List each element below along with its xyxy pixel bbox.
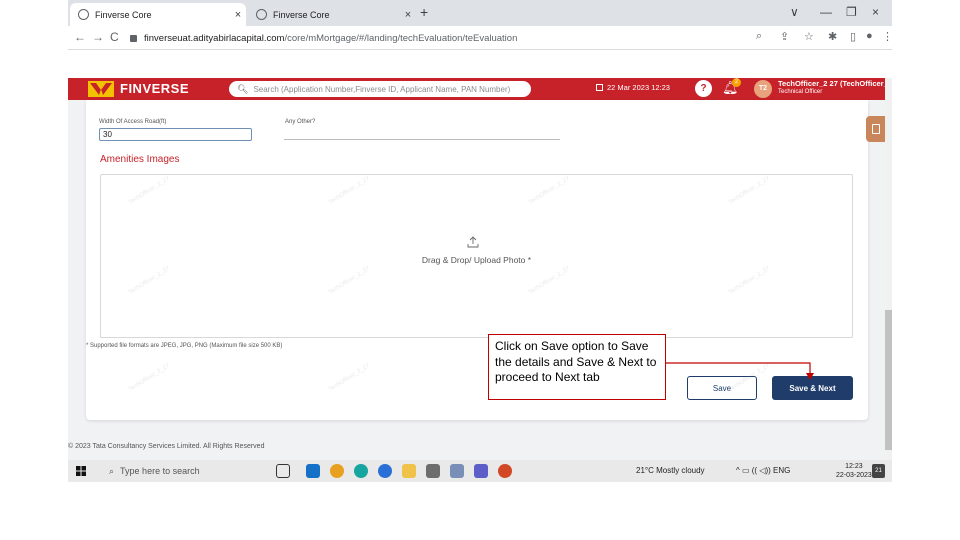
new-tab-button[interactable]: + bbox=[420, 4, 428, 20]
watermark: TechOfficer_2_27 bbox=[127, 363, 171, 393]
tab-close-icon[interactable]: × bbox=[230, 9, 246, 21]
back-button[interactable]: ← bbox=[74, 30, 86, 44]
url-host: finverseuat.adityabirlacapital.com bbox=[144, 32, 285, 44]
calculator-icon[interactable] bbox=[426, 464, 440, 478]
browser-tab-active[interactable]: Finverse Core × bbox=[70, 3, 246, 26]
forward-button[interactable]: → bbox=[92, 30, 104, 44]
brand-name: FINVERSE bbox=[120, 81, 190, 96]
upload-icon bbox=[467, 236, 479, 248]
upload-prompt: Drag & Drop/ Upload Photo * bbox=[421, 255, 532, 265]
page-scrollbar[interactable] bbox=[885, 78, 892, 460]
tab-search-chevron-icon[interactable]: ∨ bbox=[790, 5, 799, 19]
header-date: 22 Mar 2023 12:23 bbox=[596, 83, 670, 92]
side-panel-icon[interactable]: ▯ bbox=[850, 30, 856, 43]
close-window-button[interactable]: × bbox=[872, 5, 879, 19]
windows-start-icon[interactable] bbox=[76, 466, 86, 476]
width-of-access-road-input[interactable] bbox=[99, 128, 252, 141]
app-header: FINVERSE 🔍︎ 22 Mar 2023 12:23 ? 🔔︎ 2 T2 … bbox=[68, 78, 907, 100]
side-panel-toggle[interactable] bbox=[866, 116, 886, 142]
taskbar-search[interactable]: ⌕ Type here to search bbox=[101, 460, 271, 482]
instruction-callout: Click on Save option to Save the details… bbox=[488, 334, 666, 400]
app-icon[interactable] bbox=[450, 464, 464, 478]
restore-button[interactable]: ❐ bbox=[846, 5, 857, 19]
calendar-icon bbox=[596, 84, 603, 91]
browser-tab-strip: Finverse Core × Finverse Core × + ∨ — ❐ … bbox=[68, 0, 892, 26]
chrome-icon[interactable] bbox=[330, 464, 344, 478]
tab-close-icon[interactable]: × bbox=[400, 9, 416, 21]
taskbar-clock[interactable]: 12:23 22-03-2023 bbox=[836, 462, 872, 480]
search-icon: 🔍︎ bbox=[237, 83, 249, 94]
browser-tab-inactive[interactable]: Finverse Core × bbox=[248, 3, 416, 26]
zoom-icon[interactable]: ⌕ bbox=[756, 30, 762, 43]
copyright-footer: © 2023 Tata Consultancy Services Limited… bbox=[68, 443, 265, 450]
os-taskbar: ⌕ Type here to search 21°C Mostly cloudy… bbox=[68, 460, 892, 482]
file-explorer-icon[interactable] bbox=[402, 464, 416, 478]
url-path: /core/mMortgage/#/landing/techEvaluation… bbox=[284, 32, 518, 44]
globe-icon bbox=[78, 9, 89, 20]
system-tray-icons[interactable]: ^ ▭ (( ◁)) ENG bbox=[736, 466, 790, 475]
url-field[interactable]: finverseuat.adityabirlacapital.com /core… bbox=[130, 29, 780, 47]
user-role: Technical Officer bbox=[778, 89, 823, 95]
scrollbar-thumb[interactable] bbox=[885, 310, 892, 450]
help-icon[interactable]: ? bbox=[695, 80, 712, 97]
callout-arrow-icon bbox=[666, 362, 814, 380]
extensions-icon[interactable]: ✱ bbox=[828, 30, 837, 43]
internet-explorer-icon[interactable] bbox=[378, 464, 392, 478]
address-bar: ← → C finverseuat.adityabirlacapital.com… bbox=[68, 26, 893, 50]
page-body: Width Of Access Road(ft) Any Other? Amen… bbox=[68, 100, 892, 460]
edge-icon[interactable] bbox=[354, 464, 368, 478]
lock-icon bbox=[130, 34, 137, 42]
watermark: TechOfficer_2_27 bbox=[327, 363, 371, 393]
minimize-button[interactable]: — bbox=[820, 5, 832, 19]
outlook-icon[interactable] bbox=[306, 464, 320, 478]
notification-count-badge: 2 bbox=[732, 78, 741, 87]
notification-center-icon[interactable]: 21 bbox=[872, 464, 885, 478]
width-of-access-road-label: Width Of Access Road(ft) bbox=[99, 119, 167, 125]
reload-button[interactable]: C bbox=[110, 30, 119, 44]
document-icon bbox=[872, 124, 880, 134]
tab-title: Finverse Core bbox=[95, 9, 152, 20]
brand-logo-icon bbox=[88, 81, 114, 97]
global-search-input[interactable] bbox=[253, 84, 524, 94]
global-search[interactable]: 🔍︎ bbox=[229, 81, 531, 97]
globe-icon bbox=[256, 9, 267, 20]
weather-widget[interactable]: 21°C Mostly cloudy bbox=[636, 466, 705, 475]
tab-title: Finverse Core bbox=[273, 9, 330, 20]
search-icon: ⌕ bbox=[109, 465, 115, 476]
profile-icon[interactable]: ● bbox=[866, 30, 873, 42]
clock-time: 12:23 bbox=[845, 463, 863, 470]
teams-icon[interactable] bbox=[474, 464, 488, 478]
bookmark-star-icon[interactable]: ☆ bbox=[804, 30, 814, 43]
file-format-hint: * Supported file formats are JPEG, JPG, … bbox=[86, 343, 283, 349]
screen: Finverse Core × Finverse Core × + ∨ — ❐ … bbox=[0, 0, 960, 540]
taskbar-search-placeholder: Type here to search bbox=[120, 466, 200, 476]
share-icon[interactable]: ⇪ bbox=[780, 30, 789, 43]
header-date-text: 22 Mar 2023 12:23 bbox=[607, 83, 670, 92]
photo-upload-dropzone[interactable]: Drag & Drop/ Upload Photo * bbox=[100, 174, 853, 338]
task-view-icon[interactable] bbox=[276, 464, 290, 478]
clock-date: 22-03-2023 bbox=[836, 472, 872, 479]
any-other-input[interactable] bbox=[284, 139, 560, 140]
powerpoint-icon[interactable] bbox=[498, 464, 512, 478]
user-avatar[interactable]: T2 bbox=[754, 80, 772, 98]
any-other-label: Any Other? bbox=[285, 119, 316, 125]
amenities-images-title: Amenities Images bbox=[100, 154, 180, 165]
menu-kebab-icon[interactable]: ⋮ bbox=[882, 30, 893, 43]
